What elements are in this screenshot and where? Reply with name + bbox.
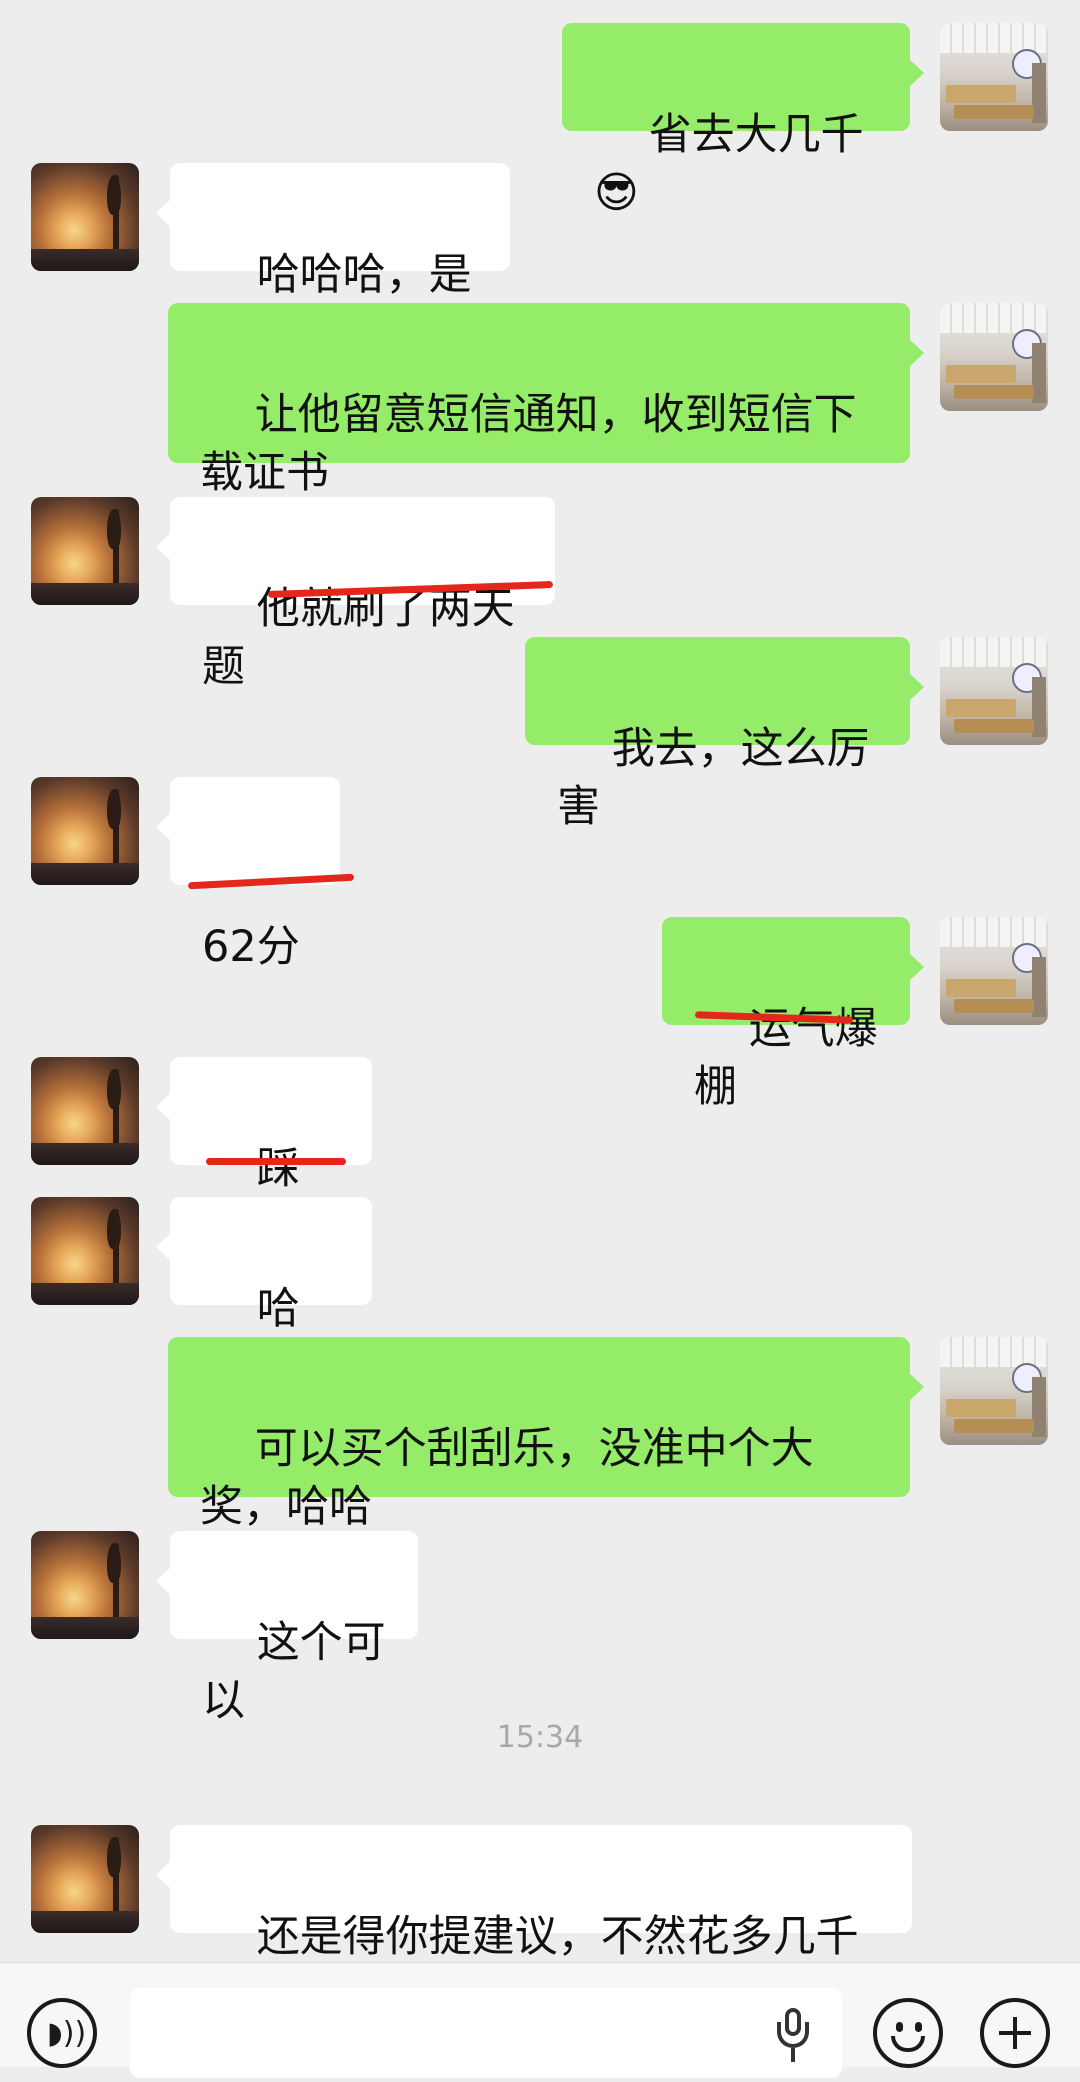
message-bubble-received[interactable]: 这个可以: [156, 1531, 418, 1726]
message-bubble-sent[interactable]: 运气爆棚: [662, 917, 924, 1112]
message-bubble-sent[interactable]: 省去大几千😎: [562, 23, 924, 218]
my-avatar[interactable]: [940, 917, 1048, 1025]
message-input[interactable]: [130, 1988, 842, 2078]
microphone-icon[interactable]: [775, 2008, 811, 2068]
message-bubble-received[interactable]: 哈哈哈，是啊: [156, 163, 510, 358]
contact-avatar[interactable]: [31, 1825, 139, 1933]
message-text: 让他留意短信通知，收到短信下载证书: [200, 390, 857, 498]
message-text: 省去大几千😎: [594, 110, 864, 218]
message-bubble-sent[interactable]: 我去，这么厉害: [525, 637, 924, 832]
message-bubble-received[interactable]: 哈哈哈: [156, 1197, 372, 1392]
message-bubble-received[interactable]: 还是得你提建议，不然花多几千😂: [156, 1825, 912, 2020]
message-bubble-received[interactable]: 62分: [156, 777, 340, 972]
my-avatar[interactable]: [940, 637, 1048, 745]
my-avatar[interactable]: [940, 1337, 1048, 1445]
message-text: 我去，这么厉害: [557, 724, 870, 832]
message-text: 可以买个刮刮乐，没准中个大奖，哈哈: [200, 1424, 814, 1532]
red-underline-mark: [206, 1158, 346, 1165]
contact-avatar[interactable]: [31, 1531, 139, 1639]
plus-icon[interactable]: [980, 1998, 1050, 2068]
input-bar: ◗)): [0, 1962, 1080, 2078]
message-text: 62分: [202, 922, 300, 972]
contact-avatar[interactable]: [31, 1057, 139, 1165]
my-avatar[interactable]: [940, 23, 1048, 131]
contact-avatar[interactable]: [31, 497, 139, 605]
contact-avatar[interactable]: [31, 163, 139, 271]
emoji-icon[interactable]: [873, 1998, 943, 2068]
message-bubble-received[interactable]: 踩线过: [156, 1057, 372, 1252]
chat-area[interactable]: 省去大几千😎 哈哈哈，是啊 让他留意短信通知，收到短信下载证书 他就刷了两天题 …: [0, 0, 1080, 2020]
contact-avatar[interactable]: [31, 777, 139, 885]
message-bubble-sent[interactable]: 可以买个刮刮乐，没准中个大奖，哈哈: [168, 1337, 924, 1532]
message-bubble-sent[interactable]: 让他留意短信通知，收到短信下载证书: [168, 303, 924, 498]
contact-avatar[interactable]: [31, 1197, 139, 1305]
chat-timestamp: 15:34: [496, 1720, 584, 1755]
message-text: 这个可以: [202, 1618, 386, 1726]
message-text: 他就刷了两天题: [202, 584, 515, 692]
my-avatar[interactable]: [940, 303, 1048, 411]
voice-icon[interactable]: ◗)): [27, 1998, 97, 2068]
